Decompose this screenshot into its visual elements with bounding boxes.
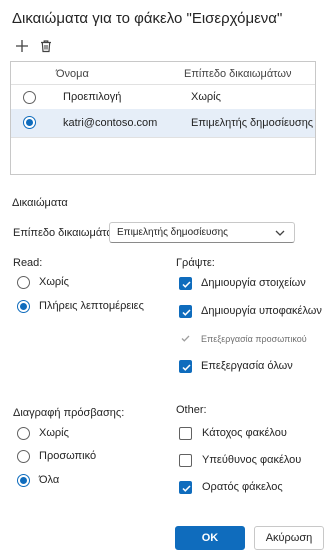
folder-contact-label[interactable]: Υπεύθυνος φακέλου xyxy=(202,454,301,466)
table-row-selected[interactable]: katri@contoso.com Επιμελητής δημοσίευσης xyxy=(11,109,315,137)
row-level: Χωρίς xyxy=(191,91,221,103)
chevron-down-icon xyxy=(274,226,286,244)
row-radio-selected[interactable] xyxy=(23,116,36,129)
dialog-title: Δικαιώματα για το φάκελο "Εισερχόμενα" xyxy=(12,10,283,27)
delete-none-label[interactable]: Χωρίς xyxy=(39,427,69,439)
delete-own-radio[interactable] xyxy=(17,450,30,463)
row-name: Προεπιλογή xyxy=(63,91,122,103)
delete-all-radio[interactable] xyxy=(17,474,30,487)
cancel-button[interactable]: Ακύρωση xyxy=(254,526,324,550)
edit-all-checkbox[interactable] xyxy=(179,360,192,373)
delete-none-radio[interactable] xyxy=(17,427,30,440)
folder-owner-checkbox[interactable] xyxy=(179,427,192,440)
table-divider xyxy=(11,137,315,138)
ok-button[interactable]: OK xyxy=(175,526,245,550)
column-header-level[interactable]: Επίπεδο δικαιωμάτων xyxy=(184,68,291,80)
edit-all-label[interactable]: Επεξεργασία όλων xyxy=(201,360,293,372)
permissions-section-label: Δικαιώματα xyxy=(12,197,68,209)
delete-all-label[interactable]: Όλα xyxy=(39,474,59,486)
read-full-details-radio[interactable] xyxy=(17,300,30,313)
row-name: katri@contoso.com xyxy=(63,117,158,129)
edit-own-label: Επεξεργασία προσωπικού xyxy=(201,334,307,344)
create-subfolders-label[interactable]: Δημιουργία υποφακέλων xyxy=(201,305,322,317)
permission-level-value: Επιμελητής δημοσίευσης xyxy=(117,227,229,238)
read-none-radio[interactable] xyxy=(17,276,30,289)
plus-icon[interactable] xyxy=(13,37,31,55)
table-row[interactable]: Προεπιλογή Χωρίς xyxy=(11,85,315,109)
read-none-label[interactable]: Χωρίς xyxy=(39,276,69,288)
permission-level-select[interactable]: Επιμελητής δημοσίευσης xyxy=(109,222,295,243)
create-subfolders-checkbox[interactable] xyxy=(179,305,192,318)
folder-visible-checkbox[interactable] xyxy=(179,481,192,494)
other-label: Other: xyxy=(176,404,207,416)
delete-own-label[interactable]: Προσωπικό xyxy=(39,450,96,462)
write-label: Γράψτε: xyxy=(176,257,215,269)
row-level: Επιμελητής δημοσίευσης xyxy=(191,117,314,129)
folder-contact-checkbox[interactable] xyxy=(179,454,192,467)
permission-level-label: Επίπεδο δικαιωμάτων xyxy=(13,227,121,239)
delete-access-label: Διαγραφή πρόσβασης: xyxy=(13,407,125,419)
folder-visible-label[interactable]: Ορατός φάκελος xyxy=(202,481,283,493)
create-items-checkbox[interactable] xyxy=(179,277,192,290)
read-label: Read: xyxy=(13,257,43,269)
folder-owner-label[interactable]: Κάτοχος φακέλου xyxy=(202,427,287,439)
trash-icon[interactable] xyxy=(37,37,55,55)
row-radio[interactable] xyxy=(23,91,36,104)
create-items-label[interactable]: Δημιουργία στοιχείων xyxy=(201,277,306,289)
read-full-details-label[interactable]: Πλήρεις λεπτομέρειες xyxy=(39,300,144,312)
edit-own-checkbox xyxy=(179,332,192,345)
column-header-name[interactable]: Όνομα xyxy=(56,68,89,80)
